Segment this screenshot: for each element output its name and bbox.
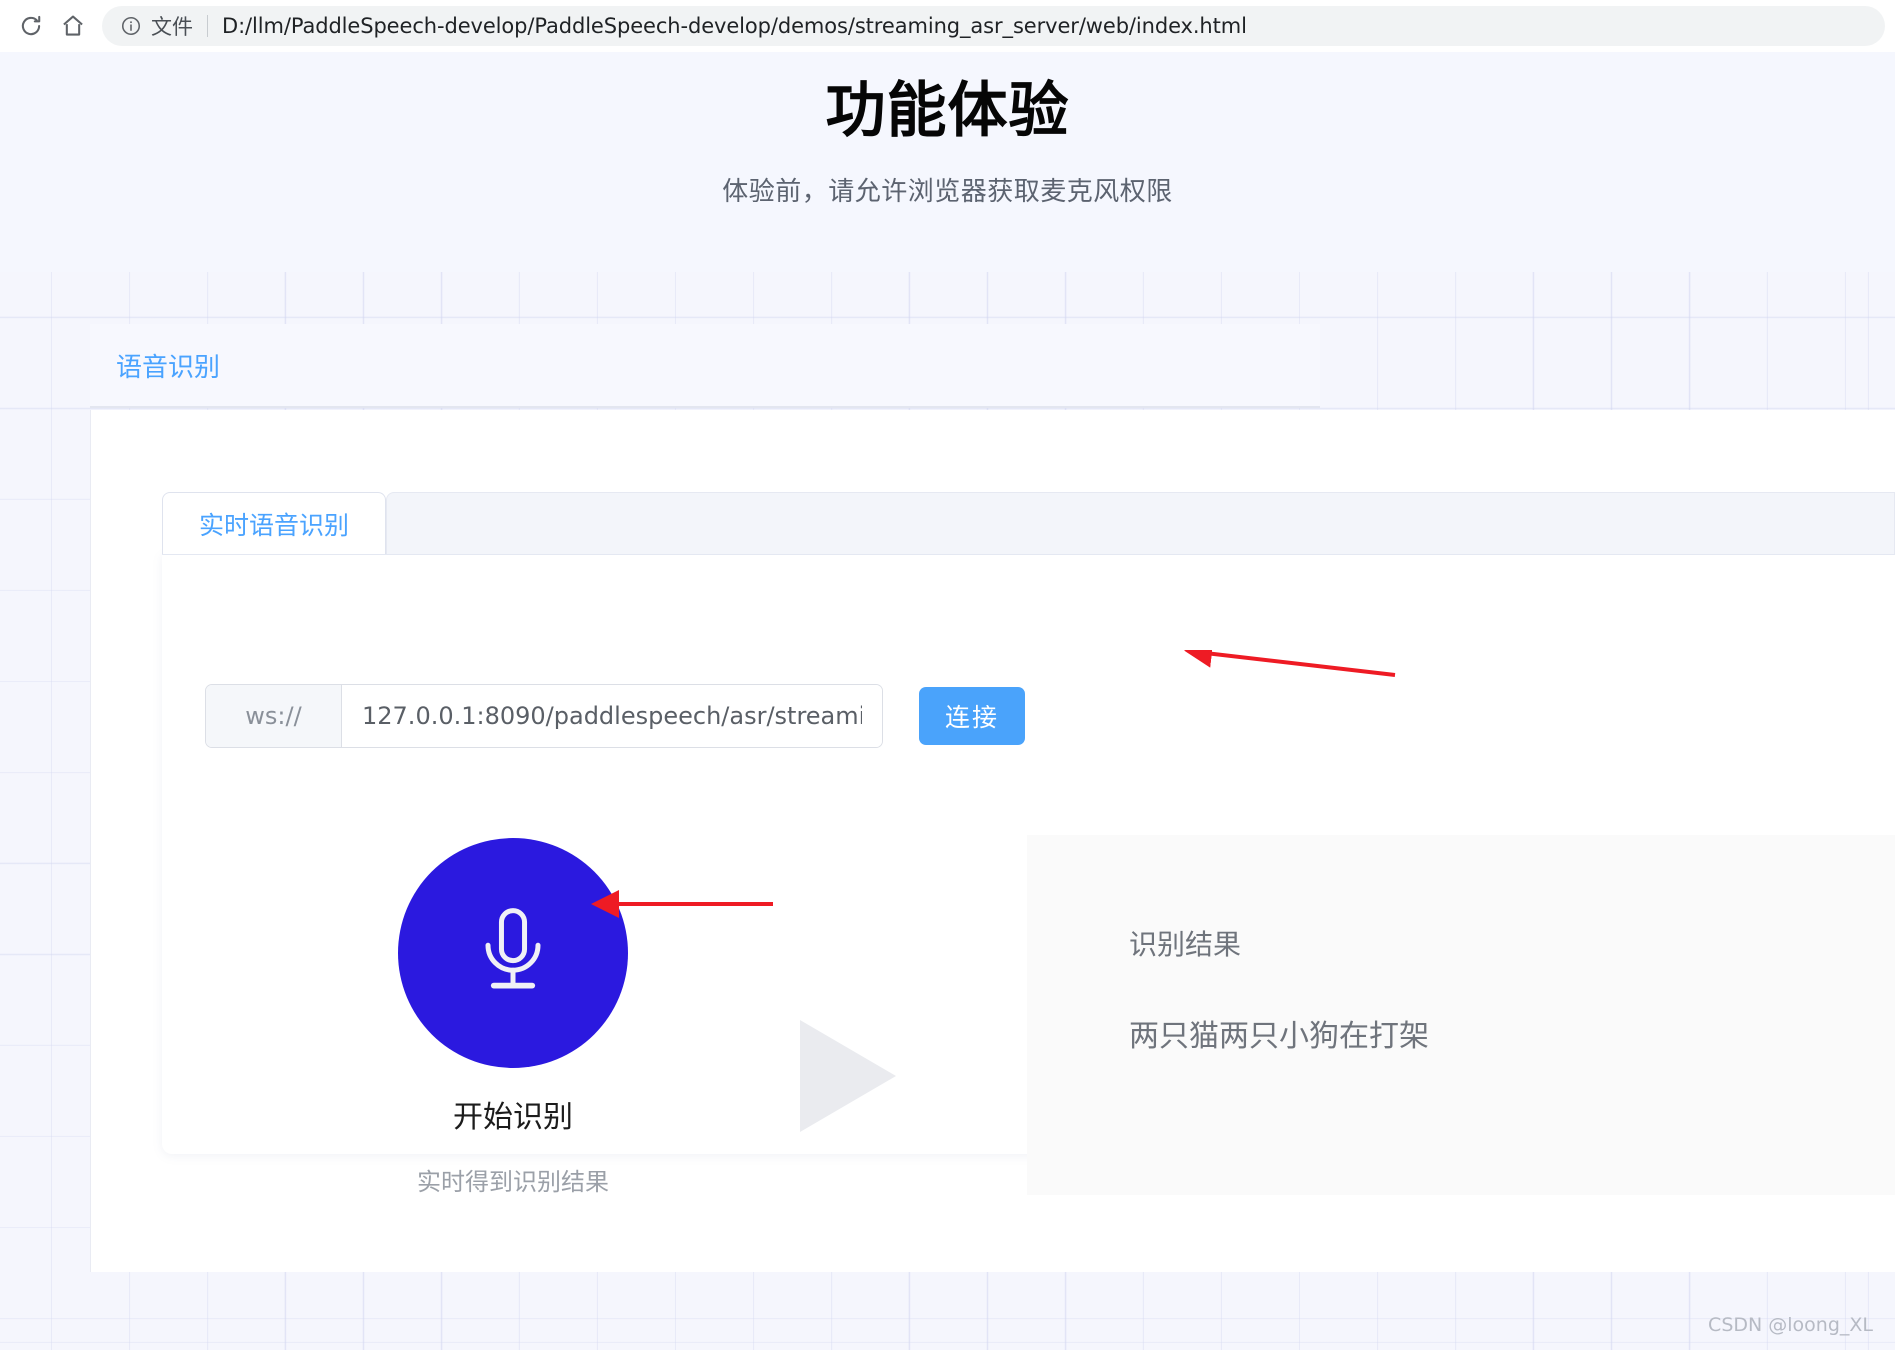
start-recognition-mic-button[interactable] (398, 838, 628, 1068)
recognition-result-title: 识别结果 (1129, 928, 1242, 961)
recognition-result-panel: 识别结果 两只猫两只小狗在打架 (1027, 835, 1895, 1195)
page-subtitle: 体验前，请允许浏览器获取麦克风权限 (722, 177, 1173, 207)
hero-section: 功能体验 体验前，请允许浏览器获取麦克风权限 (0, 52, 1895, 272)
address-bar-scheme-label: 文件 (151, 15, 193, 39)
address-bar-url[interactable]: D:/llm/PaddleSpeech-develop/PaddleSpeech… (222, 14, 1247, 38)
outer-tab-strip: 语音识别 (90, 324, 1320, 408)
home-icon (60, 13, 86, 39)
inner-tab-strip: 实时语音识别 (162, 492, 1895, 554)
websocket-url-input[interactable] (342, 685, 882, 747)
mic-button-label: 开始识别 (453, 1100, 573, 1135)
info-circle-icon[interactable] (120, 15, 142, 37)
microphone-icon (465, 901, 561, 1006)
reload-icon (18, 13, 44, 39)
recognition-result-text: 两只猫两只小狗在打架 (1129, 1019, 1429, 1054)
reload-button[interactable] (10, 5, 52, 47)
connect-button[interactable]: 连接 (919, 687, 1026, 745)
tab-realtime-asr[interactable]: 实时语音识别 (162, 492, 387, 554)
browser-toolbar: 文件 D:/llm/PaddleSpeech-develop/PaddleSpe… (0, 0, 1895, 52)
websocket-form: ws:// 连接 (205, 684, 1026, 748)
address-bar-divider (207, 15, 208, 37)
websocket-input-group: ws:// (205, 684, 883, 748)
tab-speech-recognition[interactable]: 语音识别 (90, 347, 246, 384)
home-button[interactable] (52, 5, 94, 47)
mic-control-group: 开始识别 实时得到识别结果 (398, 838, 628, 1197)
page-content: 功能体验 体验前，请允许浏览器获取麦克风权限 语音识别 实时语音识别 ws://… (0, 52, 1895, 1350)
mic-button-hint: 实时得到识别结果 (417, 1168, 609, 1196)
address-bar[interactable]: 文件 D:/llm/PaddleSpeech-develop/PaddleSpe… (102, 6, 1885, 46)
watermark: CSDN @loong_XL (1708, 1314, 1873, 1336)
inner-tab-empty-area (386, 492, 1895, 554)
play-triangle-icon (800, 1020, 896, 1132)
websocket-scheme-prefix: ws:// (206, 685, 342, 747)
page-title: 功能体验 (825, 76, 1070, 146)
